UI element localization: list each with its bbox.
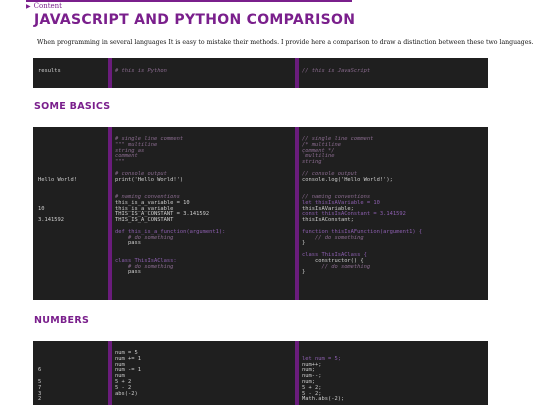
python-code-line: pass <box>115 240 141 247</box>
results-code-line: 2 <box>38 396 42 403</box>
python-code-line: abs(-2) <box>115 390 138 397</box>
javascript-code-line: thisIsAConstant; <box>302 217 354 224</box>
table-of-contents-toggle[interactable]: ▶ Content <box>26 2 62 10</box>
javascript-code-line: Math.abs(-2); <box>302 396 345 403</box>
basics-javascript-column: // single line comment/* multiline commen… <box>299 127 488 300</box>
python-code-line: print('Hello World!') <box>115 176 184 183</box>
basics-code-table: Hello World! 10 3.141592 # single line com… <box>33 127 488 300</box>
section-heading-basics: SOME BASICS <box>34 101 111 112</box>
results-column: results <box>33 58 108 88</box>
javascript-header-comment: // this is JavaScript <box>302 68 371 74</box>
intro-paragraph: When programming in several languages It… <box>37 39 534 46</box>
numbers-results-column: 65732 <box>33 341 108 405</box>
python-code-line: """ <box>115 159 125 166</box>
results-code-line: 3.141592 <box>38 217 64 224</box>
numbers-code-table: 65732 num = 5 num += 1 num num -= 1 num 5 + 2… <box>33 341 488 405</box>
python-code-line: THIS_IS_A_CONSTANT <box>115 217 174 224</box>
top-accent-bar <box>26 0 352 2</box>
results-code-line: 10 <box>38 205 45 212</box>
javascript-code-line: string` <box>302 159 325 166</box>
javascript-code-line: } <box>302 240 306 247</box>
javascript-code-line: console.log('Hello World!'); <box>302 176 393 183</box>
page-title: JAVASCRIPT AND PYTHON COMPARISON <box>34 12 356 28</box>
page: ▶ Content JAVASCRIPT AND PYTHON COMPARISO… <box>0 0 540 405</box>
results-code-line: 6 <box>38 367 42 374</box>
basics-python-column: # single line comment """ multiline string… <box>112 127 295 300</box>
section-heading-numbers: NUMBERS <box>34 315 90 326</box>
python-column: # this is Python <box>112 58 295 88</box>
basics-results-column: Hello World! 10 3.141592 <box>33 127 108 300</box>
results-header: results <box>38 68 61 74</box>
toc-link[interactable]: Content <box>34 2 62 10</box>
javascript-code-line: } <box>302 269 306 276</box>
javascript-code-line: // do something <box>302 234 364 241</box>
results-code-line: Hello World! <box>38 176 77 183</box>
triangle-right-icon[interactable]: ▶ <box>26 3 31 10</box>
javascript-code-line: // do something <box>302 263 371 270</box>
python-code-line: pass <box>115 269 141 276</box>
numbers-python-column: num = 5 num += 1 num num -= 1 num 5 + 25 - 2a… <box>112 341 295 405</box>
numbers-javascript-column: let num = 5; num++; num; num--; num; 5 + 2; 5 … <box>299 341 488 405</box>
python-header-comment: # this is Python <box>115 68 167 74</box>
header-code-table: results # this is Python // this is Java… <box>33 58 488 88</box>
javascript-column: // this is JavaScript <box>299 58 488 88</box>
